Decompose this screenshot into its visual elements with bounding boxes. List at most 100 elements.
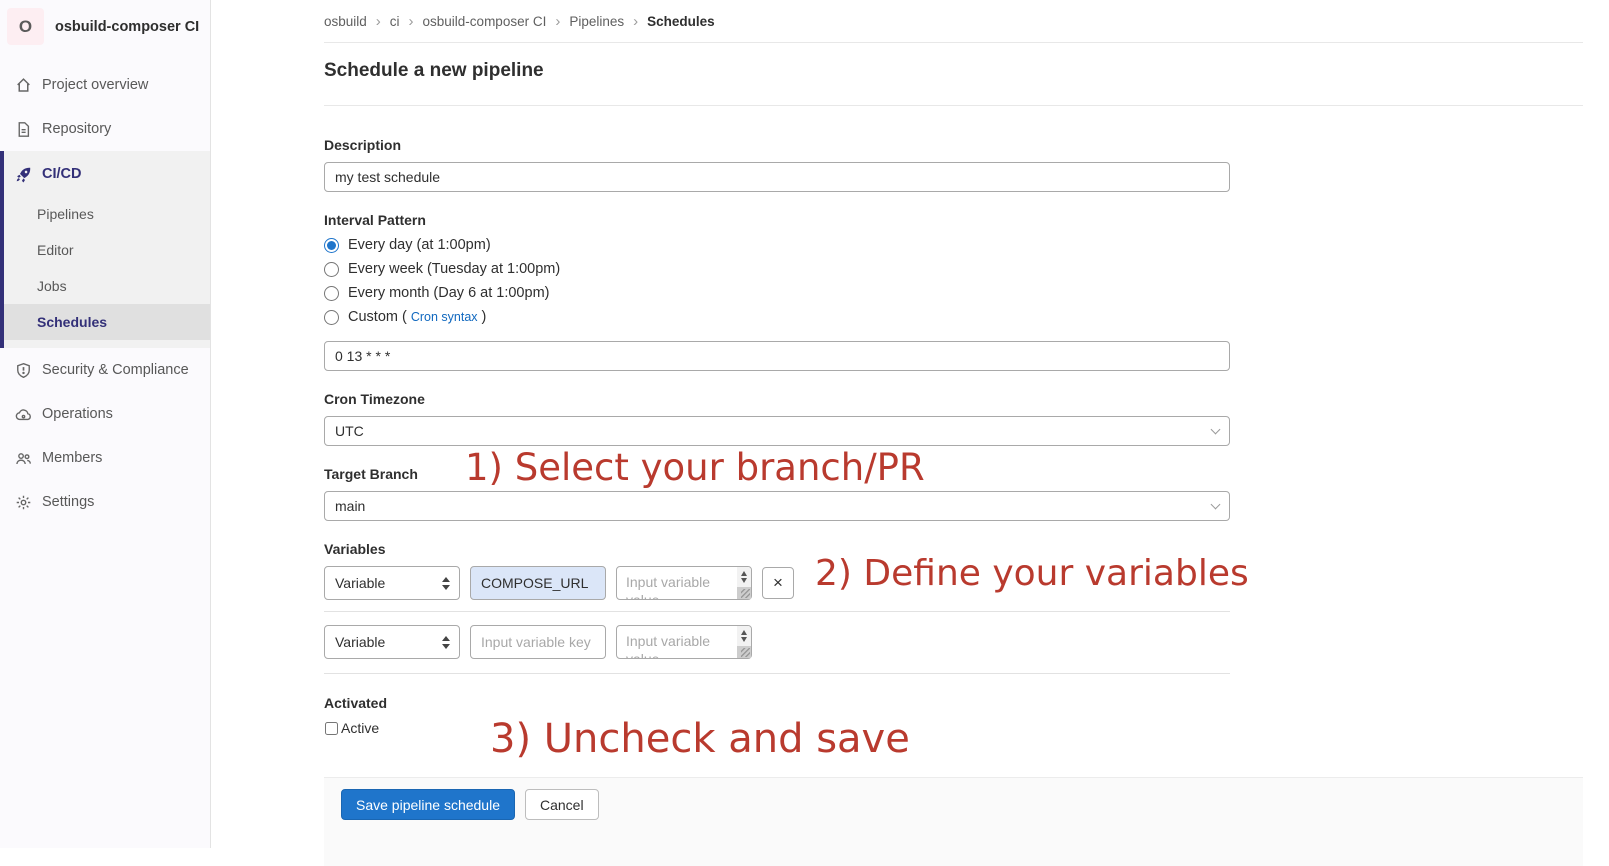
stepper-icon	[442, 577, 450, 590]
variable-type-select[interactable]: Variable	[324, 566, 460, 600]
scroll-up-icon	[741, 571, 747, 576]
radio-daily[interactable]	[324, 238, 339, 253]
variable-type-value: Variable	[335, 634, 385, 650]
divider	[324, 673, 1230, 674]
variable-key-input[interactable]	[470, 566, 606, 600]
divider	[324, 611, 1230, 612]
sidebar-item-pipelines[interactable]: Pipelines	[4, 196, 210, 232]
sidebar-item-cicd[interactable]: CI/CD	[4, 152, 210, 196]
main-content: osbuild › ci › osbuild-composer CI › Pip…	[211, 0, 1609, 848]
target-branch-label: Target Branch	[324, 466, 1583, 482]
chevron-right-icon: ›	[409, 13, 414, 30]
sidebar-item-security-compliance[interactable]: Security & Compliance	[0, 348, 210, 392]
sidebar-item-label: Security & Compliance	[42, 362, 189, 378]
description-input[interactable]	[324, 162, 1230, 192]
interval-option-weekly[interactable]: Every week (Tuesday at 1:00pm)	[324, 261, 560, 277]
breadcrumb: osbuild › ci › osbuild-composer CI › Pip…	[324, 0, 1583, 43]
variable-value-textarea[interactable]	[616, 566, 752, 600]
active-checkbox-row: 3) Uncheck and save Active	[324, 720, 1230, 736]
annotation-define-variables: 2) Define your variables	[815, 553, 1249, 594]
sidebar-item-operations[interactable]: Operations	[0, 392, 210, 436]
activated-group: Activated 3) Uncheck and save Active	[324, 695, 1583, 736]
annotation-uncheck-save: 3) Uncheck and save	[490, 716, 910, 762]
radio-label: Every day (at 1:00pm)	[348, 237, 491, 253]
sidebar-item-settings[interactable]: Settings	[0, 480, 210, 524]
scroll-down-icon	[741, 637, 747, 642]
sidebar-item-label: Settings	[42, 494, 94, 510]
rocket-icon	[15, 166, 32, 183]
scroll-down-icon	[741, 578, 747, 583]
active-checkbox-label: Active	[341, 720, 379, 736]
chevron-right-icon: ›	[555, 13, 560, 30]
radio-monthly[interactable]	[324, 286, 339, 301]
interval-pattern-group: Interval Pattern Every day (at 1:00pm) E…	[324, 212, 1583, 371]
sidebar-item-repository[interactable]: Repository	[0, 107, 210, 151]
sidebar-item-jobs[interactable]: Jobs	[4, 268, 210, 304]
cron-timezone-label: Cron Timezone	[324, 391, 1583, 407]
interval-option-custom[interactable]: Custom ( Cron syntax )	[324, 309, 486, 325]
sidebar-item-label: Operations	[42, 406, 113, 422]
target-branch-select[interactable]: main	[324, 491, 1230, 521]
gear-icon	[15, 494, 32, 511]
variable-value-wrap	[616, 566, 752, 600]
cron-timezone-group: Cron Timezone UTC	[324, 391, 1583, 446]
radio-custom[interactable]	[324, 310, 339, 325]
sidebar-item-label: Repository	[42, 121, 111, 137]
page-title: Schedule a new pipeline	[324, 60, 1583, 82]
scroll-up-icon	[741, 630, 747, 635]
home-icon	[15, 77, 32, 94]
sidebar-item-label: Members	[42, 450, 102, 466]
stepper-icon	[442, 636, 450, 649]
sidebar-item-project-overview[interactable]: Project overview	[0, 63, 210, 107]
radio-label: )	[482, 309, 487, 325]
divider	[324, 105, 1583, 106]
cicd-section: CI/CD Pipelines Editor Jobs Schedules	[0, 151, 210, 348]
remove-variable-button[interactable]: ×	[762, 567, 794, 599]
cron-syntax-link[interactable]: Cron syntax	[411, 310, 478, 324]
breadcrumb-group[interactable]: osbuild	[324, 14, 367, 29]
interval-option-daily[interactable]: Every day (at 1:00pm)	[324, 237, 491, 253]
activated-label: Activated	[324, 695, 1583, 711]
interval-option-monthly[interactable]: Every month (Day 6 at 1:00pm)	[324, 285, 549, 301]
sidebar-item-members[interactable]: Members	[0, 436, 210, 480]
breadcrumb-subgroup[interactable]: ci	[390, 14, 400, 29]
cron-timezone-value: UTC	[335, 423, 364, 439]
document-icon	[15, 121, 32, 138]
breadcrumb-project[interactable]: osbuild-composer CI	[423, 14, 547, 29]
chevron-right-icon: ›	[376, 13, 381, 30]
radio-label: Every month (Day 6 at 1:00pm)	[348, 285, 549, 301]
resize-grip-icon[interactable]	[741, 589, 750, 598]
target-branch-value: main	[335, 498, 365, 514]
cron-pattern-input[interactable]	[324, 341, 1230, 371]
sidebar-item-label: Project overview	[42, 77, 148, 93]
variable-value-textarea[interactable]	[616, 625, 752, 659]
sidebar-item-schedules[interactable]: Schedules	[4, 304, 210, 340]
cron-timezone-select[interactable]: UTC	[324, 416, 1230, 446]
chevron-down-icon	[1211, 424, 1221, 434]
active-checkbox[interactable]	[325, 722, 338, 735]
chevron-right-icon: ›	[633, 13, 638, 30]
radio-weekly[interactable]	[324, 262, 339, 277]
chevron-down-icon	[1211, 499, 1221, 509]
resize-grip-icon[interactable]	[741, 648, 750, 657]
variable-key-input[interactable]	[470, 625, 606, 659]
interval-pattern-label: Interval Pattern	[324, 212, 1583, 228]
breadcrumb-pipelines[interactable]: Pipelines	[569, 14, 624, 29]
form-actions: Save pipeline schedule Cancel	[324, 777, 1583, 866]
sidebar-item-editor[interactable]: Editor	[4, 232, 210, 268]
description-group: Description	[324, 137, 1583, 192]
save-pipeline-schedule-button[interactable]: Save pipeline schedule	[341, 789, 515, 820]
project-avatar: O	[7, 8, 44, 45]
description-label: Description	[324, 137, 1583, 153]
variable-row: 2) Define your variables Variable ×	[324, 566, 1230, 600]
sidebar-item-label: CI/CD	[42, 166, 81, 182]
sidebar: O osbuild-composer CI Project overview R…	[0, 0, 211, 848]
variable-type-select[interactable]: Variable	[324, 625, 460, 659]
project-header-link[interactable]: O osbuild-composer CI	[0, 0, 210, 53]
breadcrumb-schedules[interactable]: Schedules	[647, 14, 715, 29]
variables-label: Variables	[324, 541, 1583, 557]
cancel-button[interactable]: Cancel	[525, 789, 599, 820]
shield-icon	[15, 362, 32, 379]
radio-label: Custom (	[348, 309, 407, 325]
variable-type-value: Variable	[335, 575, 385, 591]
